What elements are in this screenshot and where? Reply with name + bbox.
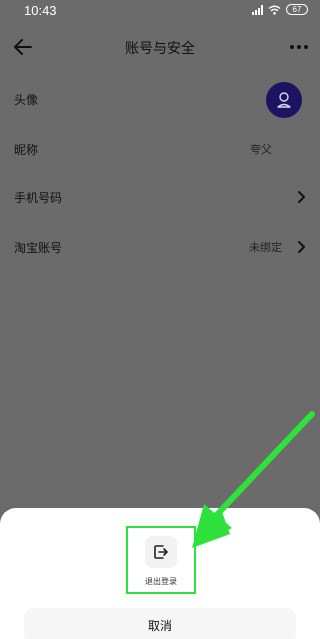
- battery-icon: 67: [286, 4, 308, 15]
- row-value: 未绑定: [249, 241, 282, 254]
- row-value: 夸父: [250, 143, 272, 156]
- avatar-icon: [277, 92, 291, 108]
- row-label: 手机号码: [14, 191, 63, 205]
- bottom-sheet: 退出登录 取消: [0, 508, 320, 639]
- more-icon[interactable]: [290, 40, 308, 54]
- row-label: 头像: [14, 93, 39, 107]
- row-avatar[interactable]: 头像: [0, 76, 320, 124]
- chevron-right-icon: [298, 191, 305, 203]
- signal-icon: [252, 4, 263, 15]
- logout-label: 退出登录: [145, 577, 177, 586]
- row-nickname[interactable]: 昵称 夸父: [0, 126, 320, 174]
- status-bar: 10:43 67: [0, 0, 320, 22]
- logout-button[interactable]: 退出登录: [126, 526, 196, 594]
- wifi-icon: [268, 5, 281, 15]
- row-phone[interactable]: 手机号码: [0, 174, 320, 222]
- row-label: 淘宝账号: [14, 241, 63, 255]
- status-time: 10:43: [24, 3, 57, 18]
- chevron-right-icon: [298, 241, 305, 253]
- avatar[interactable]: [266, 82, 302, 118]
- row-label: 昵称: [14, 143, 39, 157]
- top-bar: 账号与安全: [0, 28, 320, 66]
- status-icons: 67: [252, 4, 308, 15]
- row-taobao[interactable]: 淘宝账号 未绑定: [0, 224, 320, 272]
- cancel-button[interactable]: 取消: [24, 608, 296, 639]
- logout-icon: [154, 545, 168, 559]
- logout-icon-box: [145, 536, 177, 568]
- page-title: 账号与安全: [125, 41, 195, 57]
